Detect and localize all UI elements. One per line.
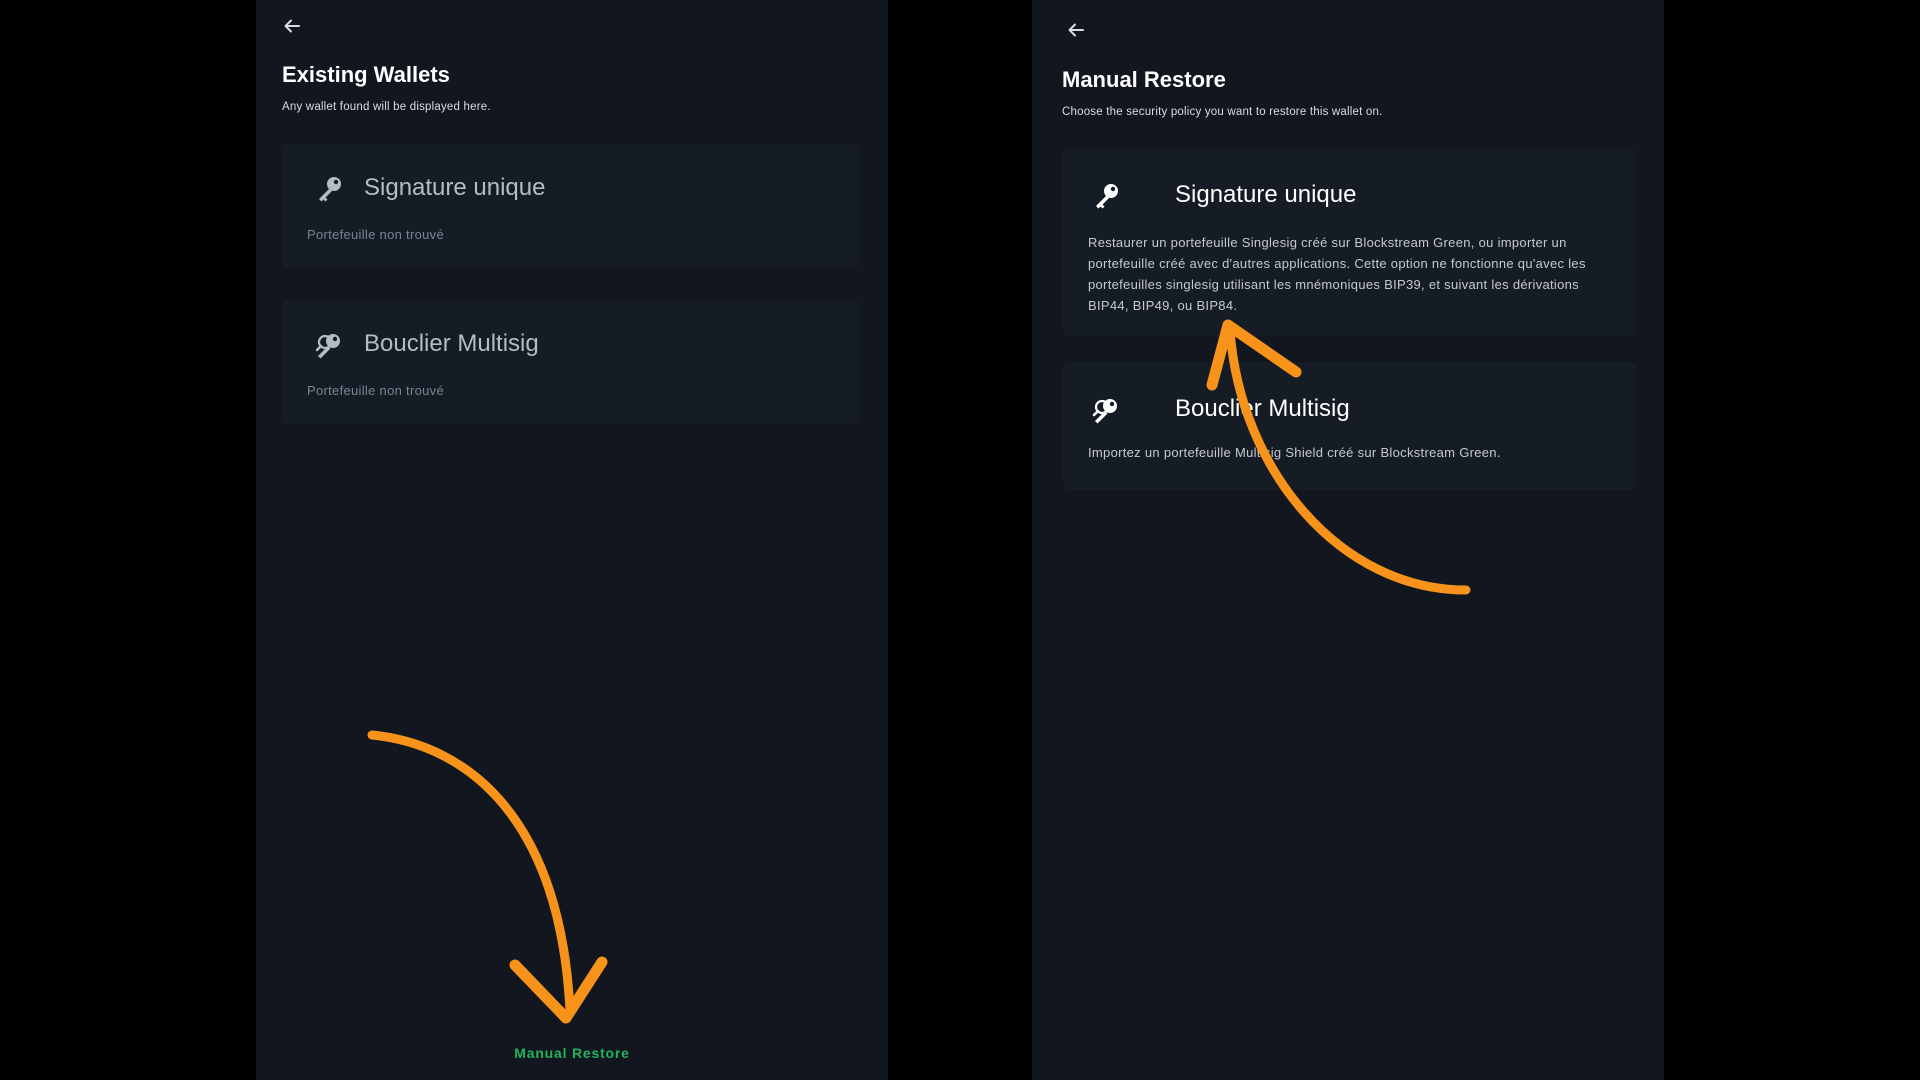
card-status: Portefeuille non trouvé (307, 383, 444, 398)
arrow-left-icon (284, 19, 300, 33)
page-title: Existing Wallets (282, 62, 450, 87)
key-icon (319, 177, 341, 202)
card-description: Importez un portefeuille Multisig Shield… (1088, 445, 1501, 460)
policy-card-singlesig[interactable]: Signature unique Restaurer un portefeuil… (1063, 148, 1636, 336)
existing-wallets-screen: Existing Wallets Any wallet found will b… (256, 0, 888, 1080)
page-title: Manual Restore (1062, 67, 1226, 92)
card-description: Restaurer un portefeuille Singlesig créé… (1088, 235, 1586, 313)
back-button[interactable] (276, 10, 308, 42)
page-subtitle: Choose the security policy you want to r… (1062, 106, 1383, 118)
back-button[interactable] (1060, 14, 1092, 46)
card-title: Signature unique (1175, 181, 1357, 208)
arrow-left-icon (1068, 23, 1084, 37)
key-icon (1096, 184, 1118, 209)
manual-restore-button[interactable]: Manual Restore (256, 1045, 888, 1061)
card-status: Portefeuille non trouvé (307, 227, 444, 242)
page-subtitle: Any wallet found will be displayed here. (282, 101, 491, 113)
manual-restore-screen: Manual Restore Choose the security polic… (1032, 0, 1664, 1080)
wallet-card-multisig[interactable]: Bouclier Multisig Portefeuille non trouv… (282, 300, 860, 424)
wallet-card-singlesig[interactable]: Signature unique Portefeuille non trouvé (282, 144, 860, 268)
keys-icon (1092, 399, 1117, 424)
card-title: Signature unique (364, 174, 546, 201)
screen: Existing Wallets Any wallet found will b… (0, 0, 1920, 1080)
card-title: Bouclier Multisig (1175, 395, 1350, 422)
card-title: Bouclier Multisig (364, 330, 539, 357)
keys-icon (315, 334, 340, 359)
policy-card-multisig[interactable]: Bouclier Multisig Importez un portefeuil… (1063, 362, 1636, 490)
